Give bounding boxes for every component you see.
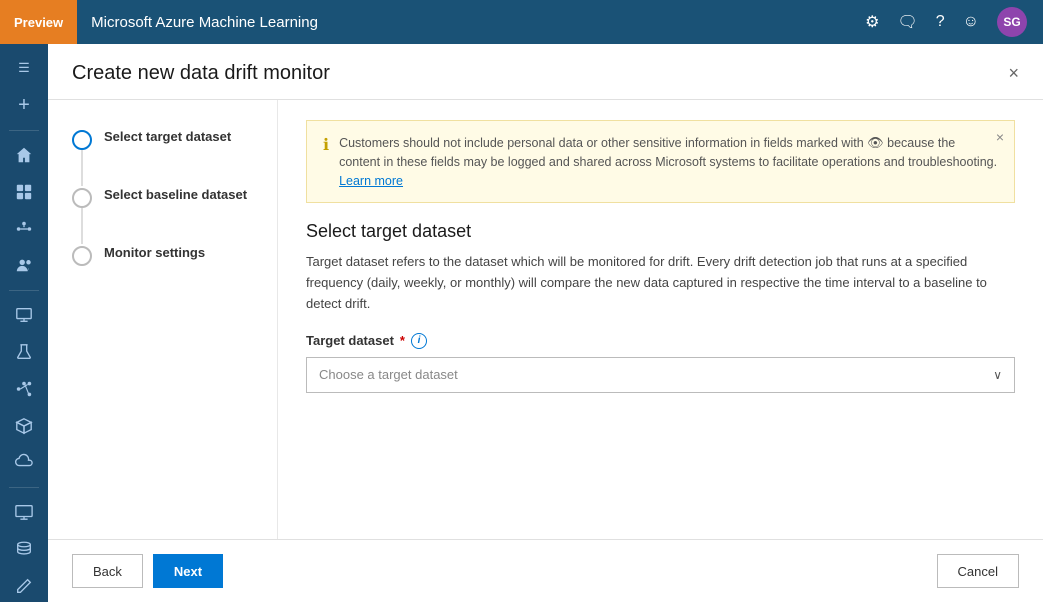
sidebar-item-monitor[interactable] [4,299,44,332]
step-2-circle [72,188,92,208]
sidebar-divider-2 [9,290,39,291]
section-title: Select target dataset [306,221,1015,242]
step-1: Select target dataset [72,128,253,150]
app-title: Microsoft Azure Machine Learning [77,14,865,31]
layout: ☰ + [0,44,1043,602]
next-button[interactable]: Next [153,554,223,588]
content-panel: ℹ Customers should not include personal … [278,100,1043,539]
sidebar-item-people[interactable] [4,249,44,282]
sidebar-divider-3 [9,487,39,488]
step-3-circle [72,246,92,266]
step-3: Monitor settings [72,244,253,266]
user-icon[interactable]: ☺ [963,13,979,31]
sidebar-divider-1 [9,130,39,131]
warning-close-button[interactable]: × [996,129,1004,145]
warning-banner: ℹ Customers should not include personal … [306,120,1015,203]
dropdown-placeholder: Choose a target dataset [319,367,458,382]
field-info-icon[interactable]: i [411,333,427,349]
dialog-body: Select target dataset Select baseline da… [48,100,1043,539]
sidebar-item-cloud[interactable] [4,446,44,479]
main-panel: Create new data drift monitor × Select t… [48,44,1043,602]
chevron-down-icon: ∨ [993,368,1002,382]
sidebar-item-home[interactable] [4,139,44,172]
step-1-label: Select target dataset [104,128,231,144]
step-2-label: Select baseline dataset [104,186,247,202]
sidebar-item-edit[interactable] [4,569,44,602]
preview-badge: Preview [0,0,77,44]
sidebar-item-data[interactable] [4,175,44,208]
dialog-title: Create new data drift monitor [72,62,330,85]
step-2: Select baseline dataset [72,186,253,208]
step-1-circle [72,130,92,150]
field-label: Target dataset * i [306,333,1015,349]
feedback-icon[interactable]: 🗨 [897,12,917,32]
step-connector-2 [81,208,83,244]
sidebar-item-box[interactable] [4,409,44,442]
cancel-button[interactable]: Cancel [937,554,1019,588]
dialog-header: Create new data drift monitor × [48,44,1043,100]
settings-icon[interactable]: ⚙ [865,12,879,32]
topbar-icons: ⚙ 🗨 ? ☺ SG [865,7,1043,37]
sidebar: ☰ + [0,44,48,602]
sidebar-item-screen[interactable] [4,496,44,529]
section-description: Target dataset refers to the dataset whi… [306,252,1015,314]
eye-icon: 👁 [867,135,884,150]
sidebar-item-pipeline[interactable] [4,212,44,245]
sidebar-item-hamburger[interactable]: ☰ [4,52,44,85]
step-3-label: Monitor settings [104,244,205,260]
back-button[interactable]: Back [72,554,143,588]
sidebar-item-add[interactable]: + [4,89,44,122]
topbar: Preview Microsoft Azure Machine Learning… [0,0,1043,44]
sidebar-item-flask[interactable] [4,336,44,369]
help-icon[interactable]: ? [936,13,945,31]
dialog-footer: Back Next Cancel [48,539,1043,602]
target-dataset-dropdown[interactable]: Choose a target dataset ∨ [306,357,1015,393]
sidebar-item-graph[interactable] [4,372,44,405]
warning-text: Customers should not include personal da… [339,133,998,190]
required-indicator: * [400,333,405,348]
info-icon: ℹ [323,134,329,158]
avatar[interactable]: SG [997,7,1027,37]
sidebar-item-database[interactable] [4,532,44,565]
dialog-close-button[interactable]: × [1008,63,1019,84]
step-connector-1 [81,150,83,186]
steps-panel: Select target dataset Select baseline da… [48,100,278,539]
learn-more-link[interactable]: Learn more [339,174,403,188]
